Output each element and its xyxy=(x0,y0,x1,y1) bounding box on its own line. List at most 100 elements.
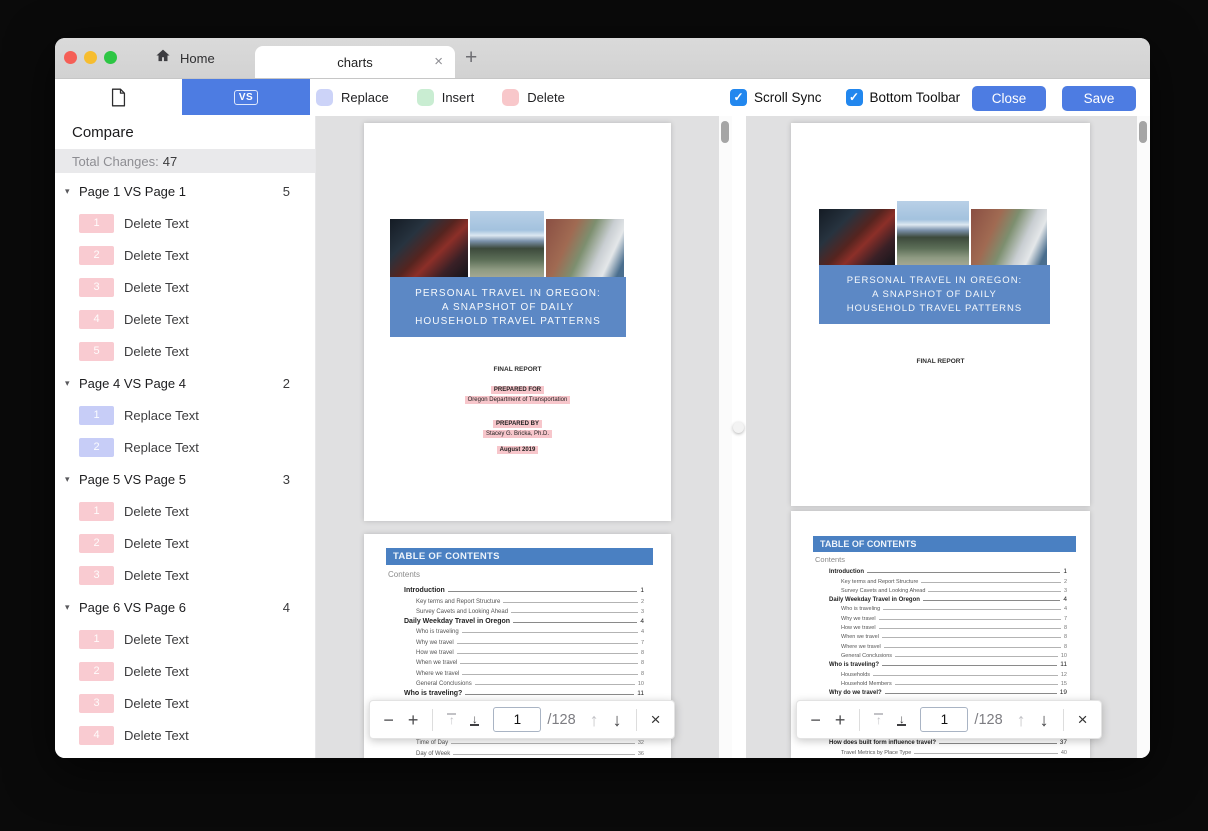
toc-leader xyxy=(462,674,638,675)
tab-close-icon[interactable]: × xyxy=(434,54,443,69)
cover-title-line: A SNAPSHOT OF DAILY xyxy=(442,302,574,313)
scrollbar-thumb[interactable] xyxy=(721,121,729,143)
change-item[interactable]: 2Delete Text xyxy=(55,655,315,687)
cover-photos xyxy=(819,201,1047,267)
toc-page-number: 8 xyxy=(1064,625,1067,631)
document-icon[interactable] xyxy=(110,88,127,112)
change-label: Delete Text xyxy=(124,632,189,647)
main-toolbar: VS ReplaceInsertDelete ✓Scroll Sync✓Bott… xyxy=(55,79,1150,117)
change-item[interactable]: 4Delete Text xyxy=(55,303,315,335)
new-tab-button[interactable]: + xyxy=(465,47,477,68)
change-item[interactable]: 1Delete Text xyxy=(55,207,315,239)
toc-page-number: 4 xyxy=(641,629,644,635)
toc-row: Introduction1 xyxy=(829,566,1067,575)
change-item[interactable]: 3Delete Text xyxy=(55,559,315,591)
page-total-label: /128 xyxy=(974,712,1002,728)
change-item[interactable]: 1 Replace Text xyxy=(55,399,315,431)
group-header[interactable]: ▾Page 5 VS Page 53 xyxy=(55,463,315,495)
toolbar-divider xyxy=(859,709,860,731)
page-number-input[interactable] xyxy=(493,707,541,732)
checkbox-bottom-toolbar[interactable]: ✓Bottom Toolbar xyxy=(846,89,961,106)
last-page-button[interactable]: ↓ xyxy=(897,713,906,726)
group-label: Page 1 VS Page 1 xyxy=(79,184,283,199)
next-page-button[interactable]: ↓ xyxy=(1040,711,1049,729)
change-item[interactable]: 1Delete Text xyxy=(55,495,315,527)
scrollbar-thumb[interactable] xyxy=(1139,121,1147,143)
change-item[interactable]: 2Delete Text xyxy=(55,239,315,271)
change-badge-delete: 1 xyxy=(79,630,114,649)
first-page-arrow-icon: ↑ xyxy=(449,714,455,726)
toc-entry-title: When we travel xyxy=(841,634,879,640)
compare-mode-button[interactable]: VS xyxy=(182,79,310,115)
change-item[interactable]: 2Replace Text xyxy=(55,431,315,463)
change-label: Delete Text xyxy=(124,728,189,743)
toolbar-divider xyxy=(636,709,637,731)
change-label: Delete Text xyxy=(124,280,189,295)
toc-row: Household Members15 xyxy=(829,678,1067,687)
change-badge-delete: 2 xyxy=(79,662,114,681)
close-toolbar-button[interactable]: × xyxy=(1078,711,1088,728)
titlebar: Home charts × + xyxy=(55,38,1150,79)
change-label: Delete Text xyxy=(124,696,189,711)
group-header[interactable]: ▾Page 1 VS Page 15 xyxy=(55,175,315,207)
toc-entry-title: Where we travel xyxy=(841,644,881,650)
change-badge-replace: 1 xyxy=(79,406,114,425)
checkbox-checked-icon[interactable]: ✓ xyxy=(730,89,747,106)
toc-row: Why we travel7 xyxy=(829,612,1067,621)
change-item[interactable]: 4Delete Text xyxy=(55,719,315,751)
save-button[interactable]: Save xyxy=(1062,86,1136,111)
home-tab-label: Home xyxy=(180,51,215,66)
previous-page-button[interactable]: ↑ xyxy=(1017,711,1026,729)
next-page-button[interactable]: ↓ xyxy=(613,711,622,729)
divider-handle[interactable] xyxy=(733,422,744,433)
toc-page-number: 4 xyxy=(1064,606,1067,612)
checkbox-checked-icon[interactable]: ✓ xyxy=(846,89,863,106)
change-item[interactable]: 5Delete Text xyxy=(55,335,315,367)
home-tab[interactable]: Home xyxy=(147,38,223,78)
change-item[interactable]: 3Delete Text xyxy=(55,687,315,719)
change-label: Replace Text xyxy=(124,408,199,423)
traffic-light-minimize-button[interactable] xyxy=(84,51,97,64)
toc-row: How we travel8 xyxy=(404,646,644,656)
zoom-in-button[interactable]: + xyxy=(408,711,419,729)
change-badge-delete: 3 xyxy=(79,278,114,297)
chevron-down-icon: ▾ xyxy=(65,474,79,485)
zoom-in-button[interactable]: + xyxy=(835,711,846,729)
last-page-button[interactable]: ↓ xyxy=(470,713,479,726)
change-badge-delete: 4 xyxy=(79,310,114,329)
previous-page-button[interactable]: ↑ xyxy=(590,711,599,729)
change-item[interactable]: 3 Delete Text xyxy=(55,271,315,303)
total-changes-bar: Total Changes: 47 xyxy=(55,149,315,173)
toc-leader xyxy=(883,609,1061,610)
close-button[interactable]: Close xyxy=(972,86,1046,111)
first-page-button[interactable]: ↑ xyxy=(447,713,456,726)
first-page-button[interactable]: ↑ xyxy=(874,713,883,726)
tab-charts[interactable]: charts × xyxy=(255,46,455,78)
toc-banner: TABLE OF CONTENTS xyxy=(386,548,653,565)
toc-entry-title: Time of Day xyxy=(416,740,448,746)
total-changes-label: Total Changes: xyxy=(72,154,159,169)
page-number-input[interactable] xyxy=(920,707,968,732)
traffic-light-zoom-button[interactable] xyxy=(104,51,117,64)
pane-divider[interactable] xyxy=(732,116,746,758)
change-item[interactable]: 1 Delete Text xyxy=(55,623,315,655)
toc-leader xyxy=(923,600,1060,601)
close-toolbar-button[interactable]: × xyxy=(651,711,661,728)
left-pane-scrollbar[interactable] xyxy=(719,116,732,758)
group-header[interactable]: ▾Page 6 VS Page 64 xyxy=(55,591,315,623)
zoom-out-button[interactable]: − xyxy=(810,711,821,729)
sidebar-title: Compare xyxy=(72,124,134,141)
deleted-text-highlight: August 2019 xyxy=(497,446,539,454)
checkbox-scroll-sync[interactable]: ✓Scroll Sync xyxy=(730,89,822,106)
toc-entry-title: Daily Weekday Travel in Oregon xyxy=(829,597,920,603)
group-header[interactable]: ▾Page 4 VS Page 42 xyxy=(55,367,315,399)
group-label: Page 4 VS Page 4 xyxy=(79,376,283,391)
toc-entry-title: Why we travel xyxy=(416,640,454,646)
change-item[interactable]: 2Delete Text xyxy=(55,527,315,559)
right-pane-scrollbar[interactable] xyxy=(1137,116,1150,758)
cover-title-line: HOUSEHOLD TRAVEL PATTERNS xyxy=(415,316,601,327)
change-badge-delete: 1 xyxy=(79,214,114,233)
legend-label: Replace xyxy=(341,90,389,105)
zoom-out-button[interactable]: − xyxy=(383,711,394,729)
traffic-light-close-button[interactable] xyxy=(64,51,77,64)
